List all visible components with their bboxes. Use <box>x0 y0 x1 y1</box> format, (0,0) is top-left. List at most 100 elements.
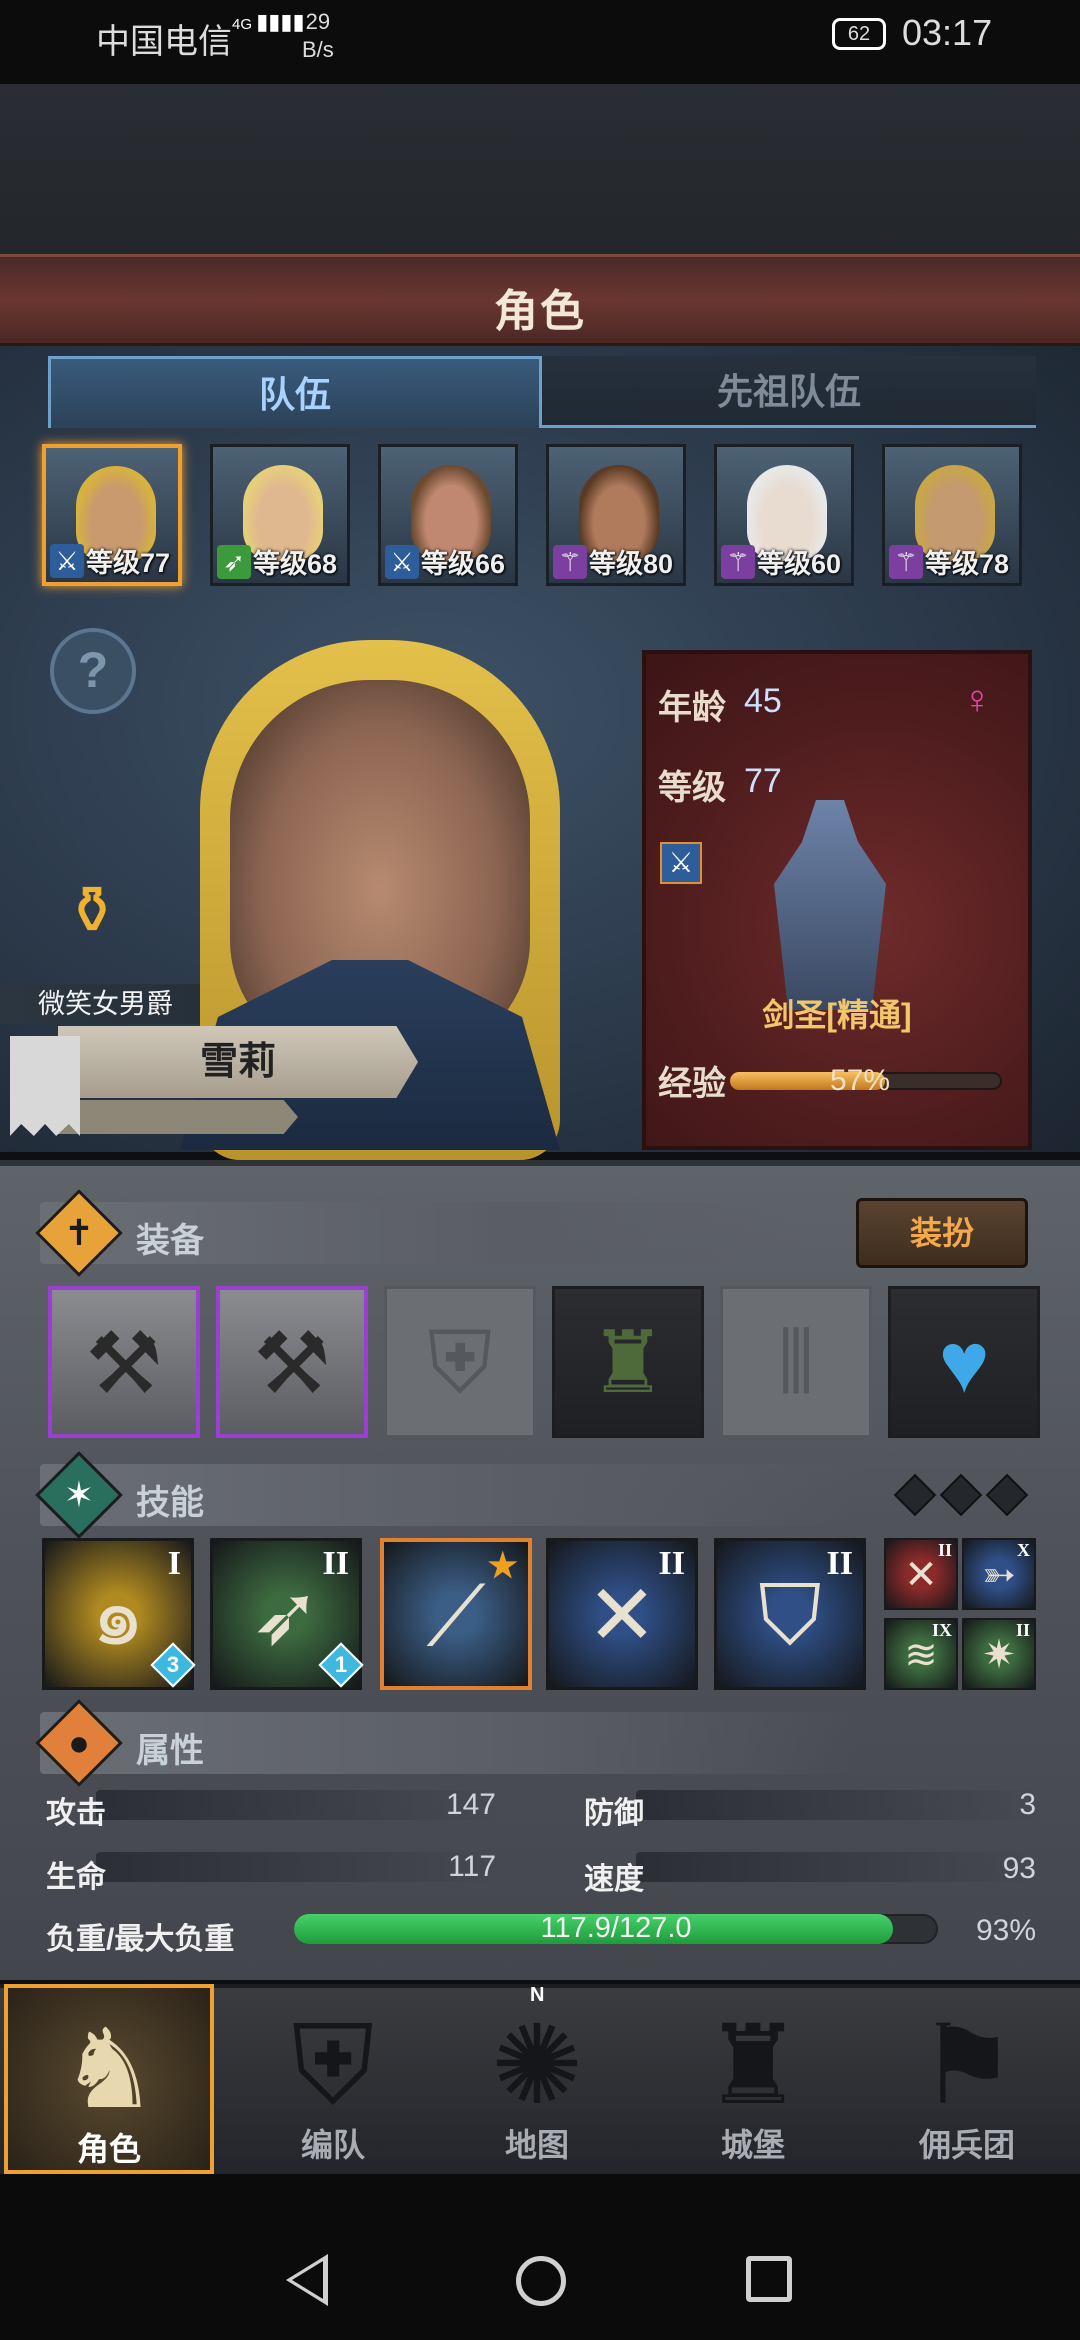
battery-icon: 62 <box>832 18 886 50</box>
top-background <box>0 84 1080 254</box>
heart-amulet-icon: ♥ <box>938 1315 990 1411</box>
level-value: 77 <box>744 762 782 800</box>
character-trait: 微笑女男爵 <box>0 984 200 1024</box>
tab-team[interactable]: 队伍 <box>48 356 542 428</box>
tab-ancestor-team[interactable]: 先祖队伍 <box>542 356 1036 428</box>
net-speed-unit: B/s <box>302 37 334 62</box>
speed-value: 93 <box>1002 1852 1036 1885</box>
staff-icon: ⚚ <box>553 545 587 579</box>
passive-skill-slot[interactable]: ➳ X <box>962 1538 1036 1610</box>
net-speed: 29 B/s <box>302 8 334 64</box>
roster-portrait[interactable]: ⚚ 等级80 <box>546 444 686 586</box>
level-label: 等级 <box>658 769 726 807</box>
skill-rank: II <box>322 1545 349 1582</box>
nav-tab[interactable]: ✺ 地图 <box>432 1984 642 2174</box>
class-name: 剑圣[精通] <box>762 997 912 1033</box>
skill-slot[interactable]: ✕ II <box>546 1538 698 1690</box>
attack-label: 攻击 <box>46 1797 106 1830</box>
hero-level: 等级66 <box>421 549 506 579</box>
passive-skill-slot[interactable]: ✕ II <box>884 1538 958 1610</box>
skills-title: 技能 <box>136 1484 204 1522</box>
skill-slot[interactable]: ๑I3 <box>42 1538 196 1690</box>
roster-portrait[interactable]: ⚚ 等级60 <box>714 444 854 586</box>
boots-slot[interactable]: ⫴ <box>720 1286 872 1438</box>
age-value: 45 <box>744 682 782 720</box>
skill-gem-count: 1 <box>334 1652 348 1677</box>
hp-value: 117 <box>448 1850 496 1883</box>
skill-rank: I <box>167 1545 181 1582</box>
hero-level: 等级78 <box>925 549 1010 579</box>
help-icon[interactable]: ? <box>50 628 136 714</box>
roster-portrait[interactable]: ➶ 等级68 <box>210 444 350 586</box>
helmet-icon: ⛨ <box>291 2004 375 2127</box>
nav-label: 地图 <box>504 2127 569 2163</box>
armor-slot[interactable]: ♜ <box>552 1286 704 1438</box>
net-speed-value: 29 <box>305 9 331 34</box>
axe-icon: ⚒ <box>253 1316 331 1412</box>
weapon-slot-2[interactable]: ⚒ <box>216 1286 368 1438</box>
equipment-title: 装备 <box>136 1222 204 1260</box>
staff-icon: ⚚ <box>721 545 755 579</box>
signal-icon: ▮▮▮▮ <box>256 9 305 34</box>
recent-apps-icon[interactable] <box>746 2256 792 2302</box>
hero-level: 等级77 <box>86 548 171 578</box>
compass-north-label: N <box>530 1984 545 2006</box>
speed-label: 速度 <box>584 1863 644 1896</box>
nav-tab[interactable]: ⛨ 编队 <box>228 1984 438 2174</box>
passive-skill-slot[interactable]: ✷ II <box>962 1618 1036 1690</box>
hero-level: 等级60 <box>757 549 842 579</box>
load-value: 117.9/127.0 <box>540 1912 692 1944</box>
roster-portrait[interactable]: ⚔ 等级66 <box>378 444 518 586</box>
boots-icon: ⫴ <box>777 1315 815 1411</box>
staff-icon: ⚚ <box>889 545 923 579</box>
back-icon-inner <box>292 2261 323 2299</box>
hero-level: 等级68 <box>253 549 338 579</box>
helmet-icon: ⛨ <box>427 1315 493 1411</box>
axe-icon: ⚒ <box>85 1316 163 1412</box>
roster-portrait[interactable]: ⚔ 等级77 <box>42 444 182 586</box>
amulet-slot[interactable]: ♥ <box>888 1286 1040 1438</box>
carrier-name: 中国电信 <box>96 23 232 61</box>
potion-icon[interactable]: ⚱ <box>48 866 136 954</box>
castle-icon: ♜ <box>703 2004 803 2127</box>
tunic-icon: ♜ <box>589 1315 667 1411</box>
skill-gem-count: 3 <box>166 1652 180 1677</box>
home-icon[interactable] <box>516 2256 566 2306</box>
knight-icon: ♞ <box>59 2008 159 2131</box>
skill-rank: X <box>1017 1540 1030 1560</box>
sword-icon: ⚔ <box>50 544 84 578</box>
roster-portrait[interactable]: ⚚ 等级78 <box>882 444 1022 586</box>
passive-skill-slot[interactable]: ≋ IX <box>884 1618 958 1690</box>
skill-slot[interactable]: ⟋ ★ <box>380 1538 532 1690</box>
skill-rank: II <box>658 1545 685 1582</box>
skill-slot[interactable]: ⛉ II <box>714 1538 866 1690</box>
nav-tab[interactable]: ⚑ 佣兵团 <box>862 1984 1072 2174</box>
star-icon: ★ <box>487 1548 518 1585</box>
exp-percent: 57% <box>830 1064 891 1097</box>
character-name[interactable]: 雪莉 <box>58 1026 418 1098</box>
defense-label: 防御 <box>584 1797 644 1830</box>
exp-label: 经验 <box>658 1065 726 1103</box>
banner-flag-icon[interactable] <box>10 1036 80 1136</box>
skill-slot[interactable]: ➶ II 1 <box>210 1538 364 1690</box>
nav-label: 城堡 <box>720 2127 785 2163</box>
banner-icon: ⚑ <box>917 2004 1017 2127</box>
load-percent: 93% <box>975 1914 1036 1947</box>
defense-value: 3 <box>1019 1788 1036 1821</box>
attack-value: 147 <box>445 1788 496 1821</box>
weapon-slot-1[interactable]: ⚒ <box>48 1286 200 1438</box>
class-sword-icon: ⚔ <box>660 842 702 884</box>
nav-label: 佣兵团 <box>918 2127 1015 2163</box>
helmet-slot[interactable]: ⛨ <box>384 1286 536 1438</box>
title-banner: 角色 <box>0 254 1080 346</box>
hero-level: 等级80 <box>589 549 674 579</box>
nav-tab[interactable]: ♜ 城堡 <box>648 1984 858 2174</box>
nav-tab[interactable]: ♞ 角色 <box>4 1984 214 2174</box>
compass-icon: ✺ <box>490 2004 584 2127</box>
bow-icon: ➶ <box>217 545 251 579</box>
clock: 03:17 <box>902 12 993 53</box>
dress-up-button[interactable]: 装扮 <box>856 1198 1028 1268</box>
network-type: 4G <box>232 16 253 33</box>
load-label: 负重/最大负重 <box>46 1923 235 1956</box>
name-banner-shadow <box>58 1100 298 1134</box>
